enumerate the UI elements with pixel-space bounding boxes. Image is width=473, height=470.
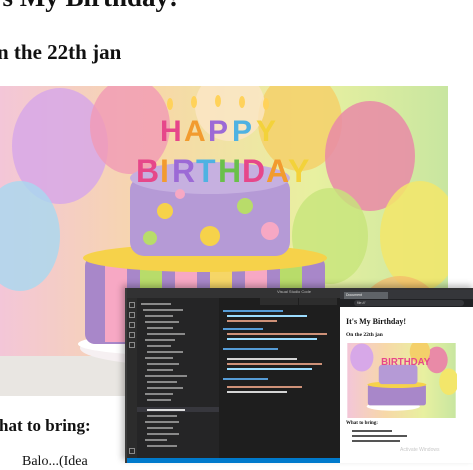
address-bar[interactable]: file:///	[354, 300, 464, 306]
tree-row[interactable]	[141, 303, 171, 305]
code-line	[227, 363, 322, 365]
tree-row[interactable]	[147, 415, 177, 417]
tree-row[interactable]	[147, 409, 185, 411]
code-line	[227, 391, 287, 393]
svg-text:Y: Y	[256, 115, 276, 148]
code-line	[227, 333, 327, 335]
settings-gear-icon[interactable]	[129, 448, 135, 454]
svg-text:H: H	[160, 115, 182, 148]
what-to-bring-heading: hat to bring:	[0, 416, 91, 435]
editor-tab[interactable]	[219, 298, 259, 305]
tree-row[interactable]	[147, 345, 171, 347]
status-bar	[127, 458, 340, 463]
browser-tab[interactable]: Document	[344, 292, 388, 299]
preview-subtitle: On the 22th jan	[346, 332, 383, 338]
tree-row[interactable]	[147, 333, 185, 335]
tree-row[interactable]	[147, 427, 173, 429]
explorer-icon[interactable]	[129, 302, 135, 308]
tree-row[interactable]	[145, 315, 173, 317]
tree-row[interactable]	[145, 393, 173, 395]
preview-list-item	[352, 440, 400, 442]
tree-row[interactable]	[145, 375, 187, 377]
search-icon[interactable]	[129, 312, 135, 318]
tree-row[interactable]	[147, 363, 179, 365]
svg-text:D: D	[242, 153, 265, 189]
tree-row[interactable]	[143, 309, 183, 311]
preview-bring-heading: What to bring:	[346, 421, 378, 426]
preview-cake-illustration: BIRTHDAY	[347, 343, 457, 418]
svg-text:I: I	[160, 153, 169, 189]
tree-row[interactable]	[147, 399, 171, 401]
preview-list-item	[352, 430, 392, 432]
tree-row[interactable]	[147, 387, 183, 389]
code-line	[227, 358, 297, 360]
code-line	[223, 328, 263, 330]
page-title: t's My Birthday!	[0, 0, 178, 13]
code-line	[223, 378, 268, 380]
svg-text:B: B	[136, 153, 159, 189]
editor-tab[interactable]	[299, 298, 337, 305]
code-line	[223, 348, 278, 350]
tree-row[interactable]	[145, 339, 175, 341]
svg-text:R: R	[172, 153, 195, 189]
bring-list-item: Balo...(Idea	[22, 454, 88, 469]
tree-row[interactable]	[147, 445, 177, 447]
vscode-screenshot-overlay: Visual Studio Code Document file:/// It'…	[125, 288, 473, 463]
tree-row[interactable]	[145, 439, 167, 441]
code-line	[227, 315, 307, 317]
svg-text:A: A	[184, 115, 206, 148]
tree-row[interactable]	[147, 433, 179, 435]
browser-window: Document file:/// It's My Birthday! On t…	[340, 290, 473, 463]
tree-row[interactable]	[145, 421, 179, 423]
activate-windows-watermark: Activate Windows	[400, 447, 440, 453]
svg-text:Y: Y	[288, 153, 309, 189]
svg-text:T: T	[196, 153, 216, 189]
explorer-sidebar	[137, 298, 219, 463]
svg-text:P: P	[232, 115, 252, 148]
preview-title: It's My Birthday!	[346, 317, 406, 326]
tree-row[interactable]	[147, 369, 173, 371]
code-line	[227, 320, 277, 322]
svg-text:A: A	[266, 153, 289, 189]
code-line	[223, 310, 283, 312]
code-line	[227, 338, 317, 340]
svg-text:BIRTHDAY: BIRTHDAY	[381, 357, 431, 368]
code-line	[227, 386, 302, 388]
browser-tab-strip: Document	[340, 290, 473, 299]
activity-bar	[127, 298, 137, 463]
page-subtitle: n the 22th jan	[0, 40, 122, 64]
code-line	[227, 368, 312, 370]
extensions-icon[interactable]	[129, 342, 135, 348]
svg-text:P: P	[208, 115, 228, 148]
editor-tab[interactable]	[260, 298, 298, 305]
tree-row[interactable]	[147, 327, 173, 329]
code-editor[interactable]	[219, 298, 337, 463]
preview-cake-image: BIRTHDAY	[346, 343, 457, 418]
tree-row[interactable]	[145, 321, 179, 323]
browser-toolbar: file:///	[340, 299, 473, 307]
tree-row[interactable]	[147, 381, 177, 383]
tree-row[interactable]	[145, 357, 173, 359]
run-icon[interactable]	[129, 332, 135, 338]
editor-window-title: Visual Studio Code	[277, 289, 311, 294]
preview-list-item	[352, 435, 407, 437]
source-control-icon[interactable]	[129, 322, 135, 328]
tree-row[interactable]	[147, 351, 183, 353]
svg-text:H: H	[218, 153, 241, 189]
